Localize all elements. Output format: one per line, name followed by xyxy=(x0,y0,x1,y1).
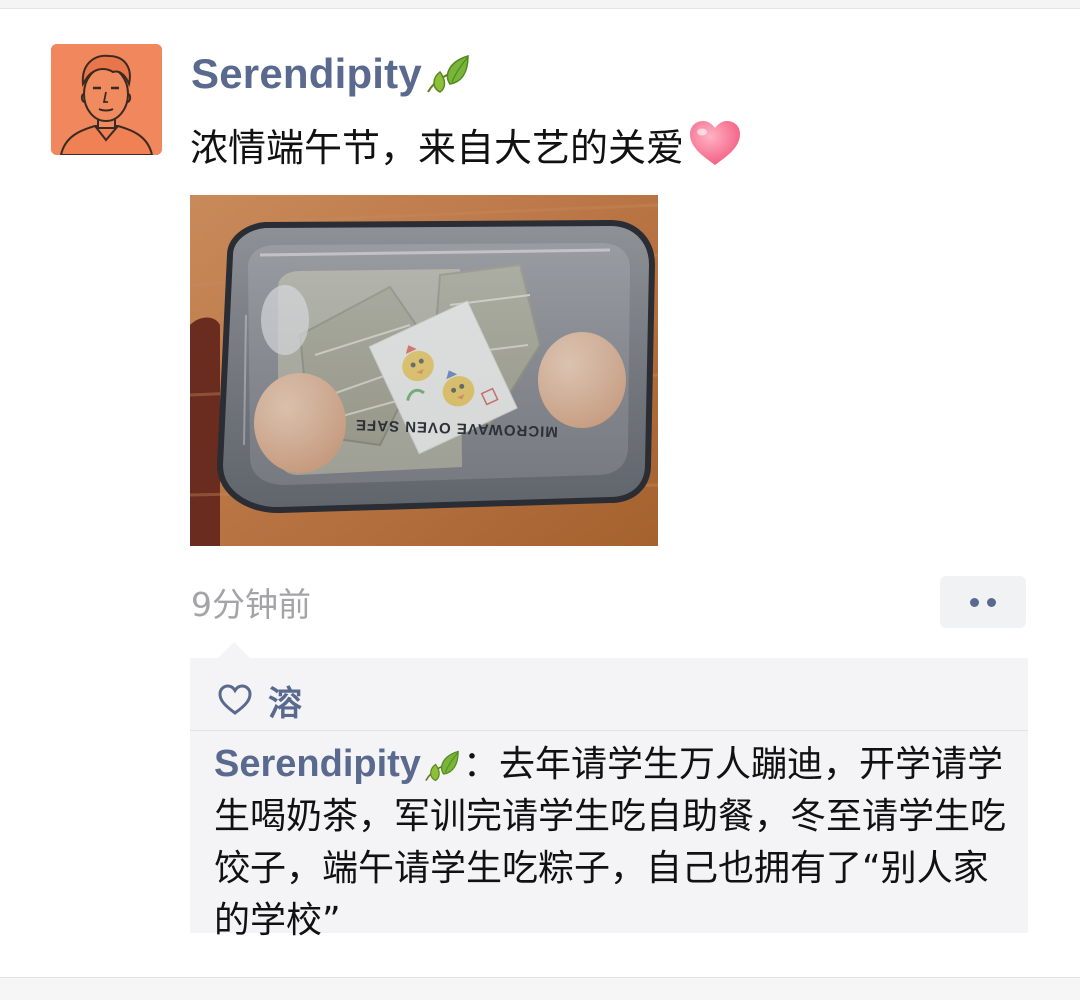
post-photo[interactable]: MICROWAVE OVEN SAFE xyxy=(190,195,658,546)
avatar[interactable] xyxy=(51,44,162,155)
likes-divider xyxy=(190,730,1028,731)
liker-name[interactable]: 溶 xyxy=(268,676,302,725)
heart-outline-icon xyxy=(218,684,252,715)
comment[interactable]: Serendipity ：去年请学生万人蹦迪，开学请学生喝奶茶，军训完请学生吃自… xyxy=(214,738,1014,947)
avatar-illustration xyxy=(51,44,162,155)
leaf-icon xyxy=(427,54,469,93)
post-timestamp: 9分钟前 xyxy=(191,585,311,624)
heart-icon xyxy=(690,121,741,165)
bottom-divider xyxy=(0,977,1080,1000)
interaction-panel: 溶 Serendipity ：去年请学生万人蹦迪，开学请学生喝奶茶，军训完请学生… xyxy=(190,642,1028,941)
zongzi-box-photo: MICROWAVE OVEN SAFE xyxy=(190,195,658,546)
top-divider xyxy=(0,0,1080,9)
more-dot-icon xyxy=(987,597,996,607)
post-text-content: 浓情端午节，来自大艺的关爱 xyxy=(190,125,685,170)
post-author[interactable]: Serendipity xyxy=(191,46,474,102)
post-text: 浓情端午节，来自大艺的关爱 xyxy=(190,116,742,172)
more-dot-icon xyxy=(970,597,979,607)
more-actions-button[interactable] xyxy=(940,576,1026,628)
likes-row: 溶 xyxy=(218,670,302,730)
post-author-name[interactable]: Serendipity xyxy=(191,50,422,98)
leaf-icon xyxy=(425,750,459,782)
comment-author[interactable]: Serendipity xyxy=(214,743,421,785)
comment-separator: ： xyxy=(462,744,499,785)
